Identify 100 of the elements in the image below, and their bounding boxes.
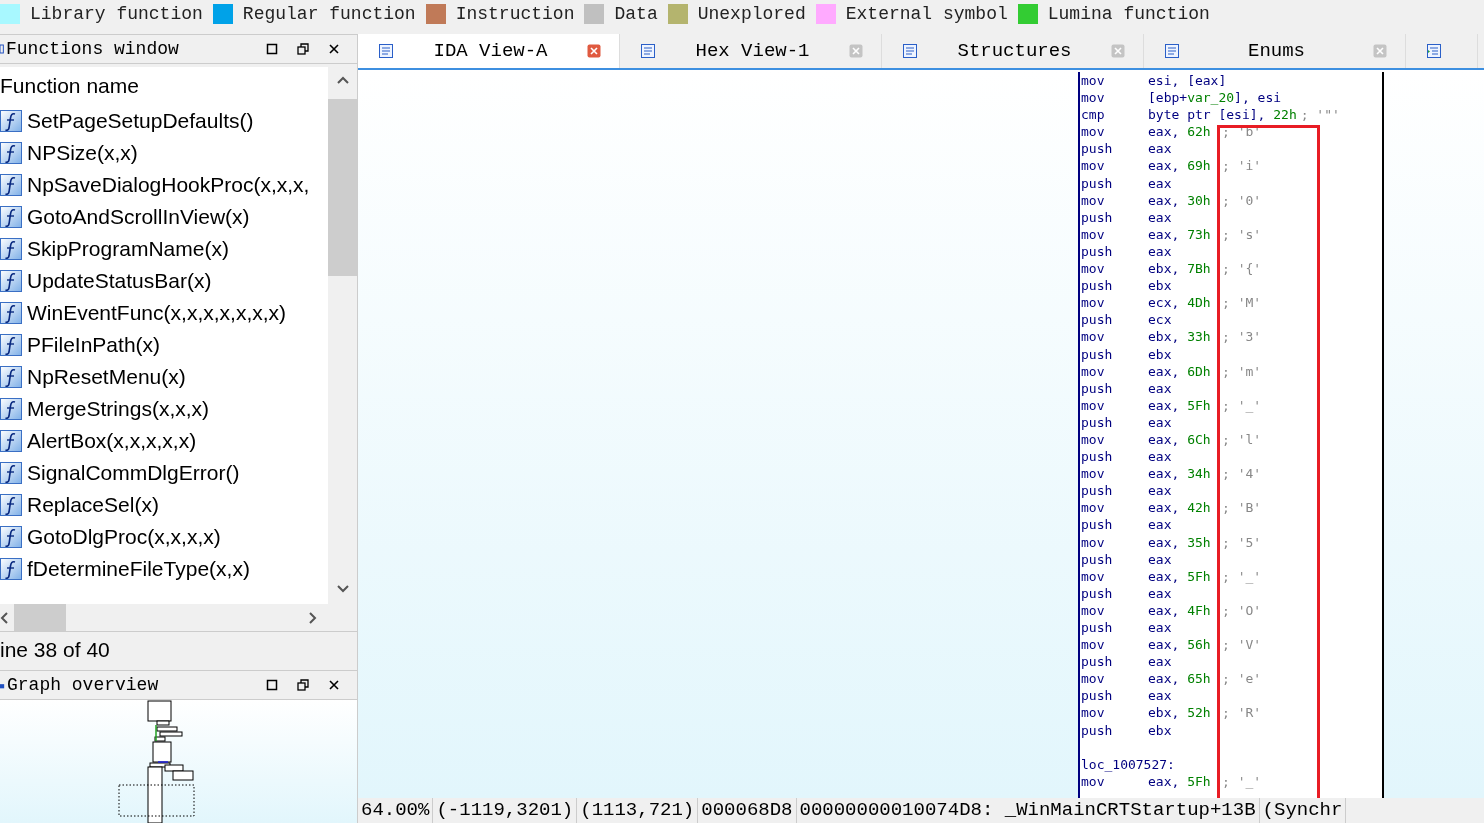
scrollbar-thumb[interactable]	[328, 99, 357, 276]
operand: eax	[1148, 584, 1173, 602]
function-name[interactable]: PFileInPath(x)	[27, 333, 161, 357]
function-icon	[0, 174, 22, 196]
restore-icon[interactable]	[297, 679, 309, 691]
comment: ; '_'	[1221, 396, 1262, 414]
function-icon	[0, 302, 22, 324]
legend-label: Library function	[30, 4, 203, 24]
scroll-up-icon[interactable]	[335, 75, 350, 85]
comment: ; '_'	[1221, 567, 1262, 585]
horizontal-scrollbar[interactable]	[0, 604, 357, 632]
function-icon	[0, 206, 22, 228]
operand: eax, 69h	[1148, 157, 1212, 175]
function-name[interactable]: SetPageSetupDefaults()	[27, 109, 254, 133]
scroll-right-icon[interactable]	[309, 610, 317, 625]
operand: eax	[1148, 516, 1173, 534]
comment: ; '4'	[1221, 465, 1262, 483]
function-name[interactable]: SignalCommDlgError()	[27, 461, 240, 485]
status-field: 64.00%	[358, 798, 434, 823]
mnemonic: mov	[1080, 362, 1106, 380]
operand: eax	[1148, 208, 1173, 226]
operand: eax	[1148, 482, 1173, 500]
function-name[interactable]: NPSize(x,x)	[27, 141, 138, 165]
mnemonic: mov	[1080, 260, 1106, 278]
operand: eax, 42h	[1148, 499, 1212, 517]
mnemonic: mov	[1080, 670, 1106, 688]
mnemonic: mov	[1080, 123, 1106, 141]
operand: [ebp+var_20], esi	[1148, 89, 1282, 107]
restore-icon[interactable]	[297, 43, 309, 55]
operand: ebx, 7Bh	[1148, 260, 1212, 278]
comment: ; '5'	[1221, 533, 1262, 551]
maximize-icon[interactable]	[266, 43, 278, 55]
operand: eax	[1148, 140, 1173, 158]
mnemonic: mov	[1080, 157, 1106, 175]
operand: eax	[1148, 174, 1173, 192]
legend-label: Unexplored	[697, 4, 806, 24]
scroll-down-icon[interactable]	[335, 584, 350, 594]
operand: eax, 5Fh	[1148, 396, 1212, 414]
mnemonic: mov	[1080, 636, 1106, 654]
line-status: ine 38 of 40	[0, 637, 111, 663]
mnemonic: mov	[1080, 533, 1106, 551]
close-icon[interactable]	[328, 679, 340, 691]
function-name[interactable]: GotoAndScrollInView(x)	[27, 205, 250, 229]
function-name[interactable]: GotoDlgProc(x,x,x,x)	[27, 525, 221, 549]
function-icon	[0, 526, 22, 548]
function-name[interactable]: fDetermineFileType(x,x)	[27, 557, 250, 581]
operand: eax	[1148, 379, 1173, 397]
operand: ebx	[1148, 277, 1173, 295]
mnemonic: push	[1080, 345, 1114, 363]
comment: ; 'R'	[1221, 704, 1262, 722]
operand: ebx, 52h	[1148, 704, 1212, 722]
comment: ; 'O'	[1221, 601, 1262, 619]
operand: eax, 34h	[1148, 465, 1212, 483]
mnemonic: push	[1080, 413, 1114, 431]
operand: eax, 62h	[1148, 123, 1212, 141]
mnemonic: push	[1080, 653, 1114, 671]
function-name[interactable]: AlertBox(x,x,x,x,x)	[27, 429, 197, 453]
window-icon	[0, 42, 4, 56]
comment: ; 'M'	[1221, 294, 1262, 312]
comment: ; 'B'	[1221, 499, 1262, 517]
mnemonic: push	[1080, 550, 1114, 568]
function-name[interactable]: UpdateStatusBar(x)	[27, 269, 212, 293]
view-tab[interactable]: IDA View-A	[358, 34, 620, 68]
operand: ebx, 33h	[1148, 328, 1212, 346]
function-name[interactable]: ReplaceSel(x)	[27, 493, 159, 517]
close-icon[interactable]	[328, 43, 340, 55]
comment: ; 'i'	[1221, 157, 1262, 175]
function-icon	[0, 334, 22, 356]
mnemonic: mov	[1080, 191, 1106, 209]
operand: eax	[1148, 550, 1173, 568]
operand: eax, 6Dh	[1148, 362, 1212, 380]
operand: byte ptr [esi], 22h	[1148, 106, 1297, 124]
function-name[interactable]: WinEventFunc(x,x,x,x,x,x,x)	[27, 301, 287, 325]
legend-label: External symbol	[845, 4, 1008, 24]
function-name[interactable]: SkipProgramName(x)	[27, 237, 229, 261]
view-icon	[902, 43, 918, 59]
status-field: 00000000010074D8: _WinMainCRTStartup+13B	[796, 798, 1260, 823]
operand: eax, 30h	[1148, 191, 1212, 209]
function-icon	[0, 110, 22, 132]
vertical-scrollbar[interactable]	[328, 67, 357, 604]
scroll-left-icon[interactable]	[0, 610, 8, 625]
comment: ; '"'	[1299, 106, 1340, 124]
operand: eax	[1148, 413, 1173, 431]
mnemonic: push	[1080, 482, 1114, 500]
function-icon	[0, 430, 22, 452]
function-name[interactable]: NpResetMenu(x)	[27, 365, 186, 389]
column-header[interactable]: Function name	[0, 67, 328, 105]
function-name[interactable]: NpSaveDialogHookProc(x,x,x,	[27, 173, 310, 197]
function-icon	[0, 558, 22, 580]
scrollbar-thumb[interactable]	[14, 604, 66, 631]
operand: eax	[1148, 448, 1173, 466]
comment: ; '0'	[1221, 191, 1262, 209]
status-field: (1113,721)	[577, 798, 699, 823]
maximize-icon[interactable]	[266, 679, 278, 691]
operand: ecx	[1148, 311, 1173, 329]
mnemonic: mov	[1080, 567, 1106, 585]
function-name[interactable]: MergeStrings(x,x,x)	[27, 397, 210, 421]
status-field: 000068D8	[698, 798, 797, 823]
legend-label: Data	[614, 4, 658, 24]
mnemonic: push	[1080, 242, 1114, 261]
